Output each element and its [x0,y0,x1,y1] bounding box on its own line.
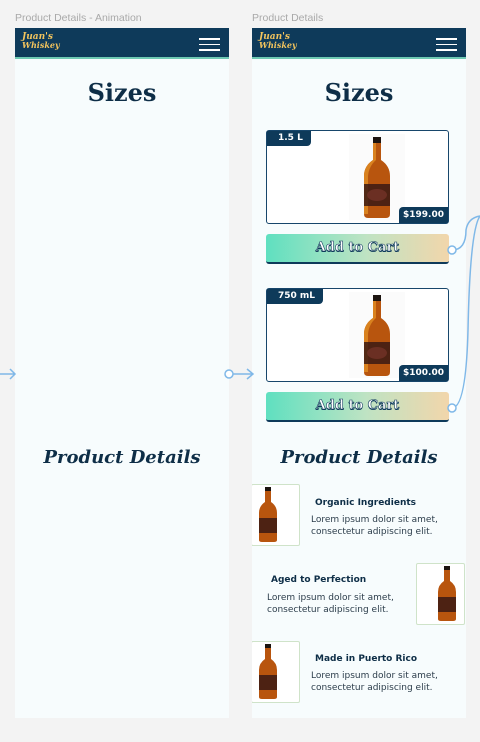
feature-image [252,641,300,703]
frame-product-details: Juan's Whiskey Sizes 1.5 L $199.00 Add t… [252,28,466,718]
navbar: Juan's Whiskey [15,28,229,59]
sizes-heading: Sizes [87,78,157,107]
brand-logo[interactable]: Juan's Whiskey [22,33,60,50]
sizes-heading: Sizes [324,78,394,107]
product-card-1-5l[interactable]: 1.5 L $199.00 [266,130,449,224]
feature-description: Lorem ipsum dolor sit amet, consectetur … [311,515,438,537]
product-details-heading: Product Details [280,447,438,468]
whiskey-bottle-icon [259,644,277,699]
feature-description: Lorem ipsum dolor sit amet, consectetur … [267,593,394,615]
whiskey-bottle-icon [349,292,405,378]
brand-logo[interactable]: Juan's Whiskey [259,33,297,50]
logo-line-2: Whiskey [259,40,297,50]
feature-title: Organic Ingredients [315,498,417,508]
whiskey-bottle-icon [438,566,456,621]
feature-title: Aged to Perfection [271,575,367,585]
arrow-right-icon [0,368,17,380]
feature-image [416,563,465,625]
menu-icon[interactable] [199,38,220,51]
price-badge: $199.00 [399,207,448,223]
navbar: Juan's Whiskey [252,28,466,59]
feature-description: Lorem ipsum dolor sit amet, consectetur … [311,671,438,693]
whiskey-bottle-icon [259,487,277,542]
logo-line-2: Whiskey [22,40,60,50]
feature-image [252,484,300,546]
add-to-cart-button[interactable]: Add to Cart [266,392,449,422]
add-to-cart-button[interactable]: Add to Cart [266,234,449,264]
product-details-heading: Product Details [43,447,201,468]
size-badge: 750 mL [267,289,324,304]
arrow-right-icon [224,368,255,380]
feature-title: Made in Puerto Rico [315,654,418,664]
product-card-750ml[interactable]: 750 mL $100.00 [266,288,449,382]
price-badge: $100.00 [399,365,448,381]
whiskey-bottle-icon [349,134,405,220]
frame-product-details-animation: Juan's Whiskey Sizes Product Details [15,28,229,718]
frame-label-details: Product Details [252,12,324,24]
menu-icon[interactable] [436,38,457,51]
frame-label-animation: Product Details - Animation [15,12,142,24]
connector-curve-icon [447,215,480,413]
size-badge: 1.5 L [267,131,311,146]
